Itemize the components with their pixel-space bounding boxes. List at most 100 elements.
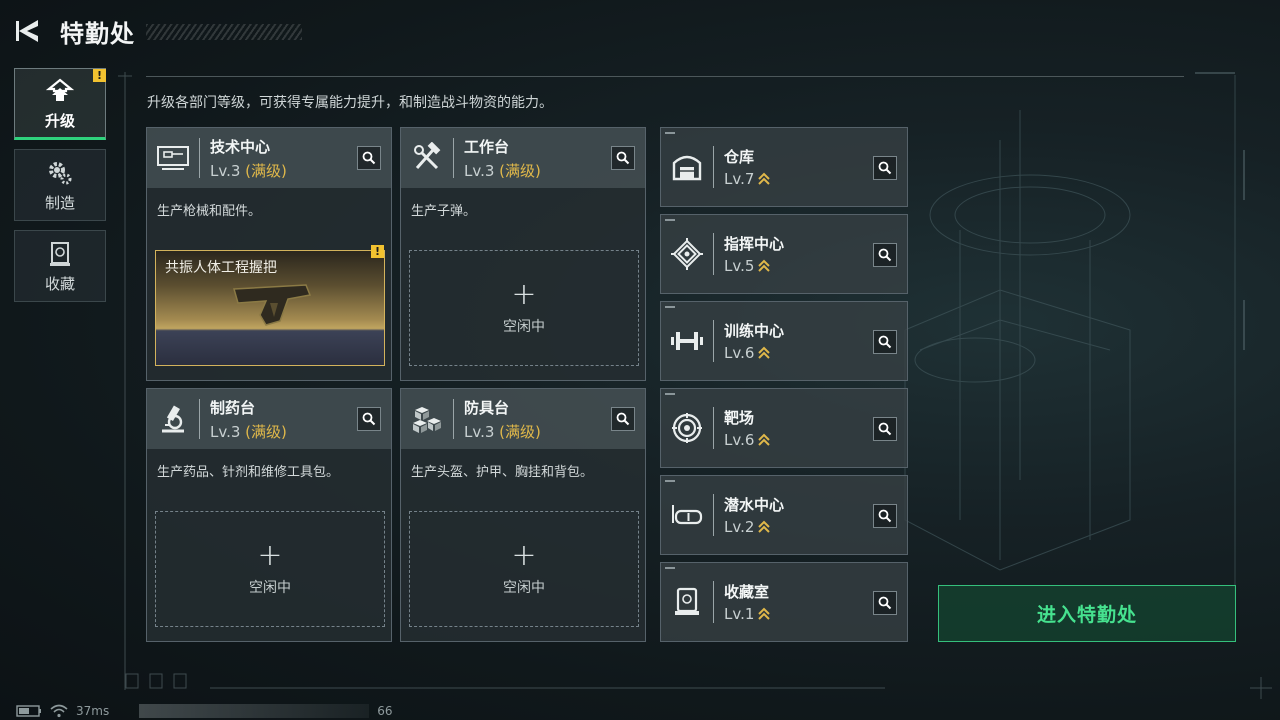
crafting-slot-item[interactable]: 共振人体工程握把 ! [155, 245, 385, 366]
max-level-tag: (满级) [245, 161, 287, 180]
search-button[interactable] [873, 504, 897, 528]
slot-status: 空闲中 [503, 580, 545, 596]
search-icon [362, 151, 376, 165]
max-level-tag: (满级) [245, 422, 287, 441]
upgrade-icon [45, 76, 75, 106]
header-bar: 特勤处 [14, 14, 135, 48]
card-header: 工作台 Lv.3 (满级) [401, 128, 645, 188]
gear-icon [45, 158, 75, 188]
slot-status: 空闲中 [249, 580, 291, 596]
grip-item-image [233, 284, 312, 326]
tab-craft[interactable]: 制造 [14, 149, 106, 221]
card-header: 防具台 Lv.3 (满级) [401, 389, 645, 449]
search-button[interactable] [873, 591, 897, 615]
facility-card-diving-center[interactable]: 潜水中心 Lv.2 [660, 475, 908, 555]
dept-card-armor-bench[interactable]: 防具台 Lv.3 (满级) 生产头盔、护甲、胸挂和背包。 + 空闲中 [400, 388, 646, 642]
empty-crafting-slot[interactable]: + 空闲中 [409, 250, 639, 366]
dept-card-pharmacy[interactable]: 制药台 Lv.3 (满级) 生产药品、针剂和维修工具包。 + 空闲中 [146, 388, 392, 642]
facility-name: 指挥中心 [724, 235, 785, 253]
facility-card-shooting-range[interactable]: 靶场 Lv.6 [660, 388, 908, 468]
tech-terminal-icon [147, 128, 199, 188]
enter-special-ops-button[interactable]: 进入特勤处 [938, 585, 1236, 642]
facility-name: 收藏室 [724, 583, 770, 601]
collection-icon [45, 239, 75, 269]
upgrade-chevron-icon [758, 259, 771, 272]
facility-level: Lv.5 [724, 257, 784, 275]
warning-badge: ! [93, 69, 106, 82]
tab-collection[interactable]: 收藏 [14, 230, 106, 302]
facility-level: Lv.2 [724, 518, 784, 536]
facility-card-collection-room[interactable]: 收藏室 Lv.1 [660, 562, 908, 642]
search-button[interactable] [611, 146, 635, 170]
search-icon [362, 412, 376, 426]
cubes-icon [401, 389, 453, 449]
dept-description: 生产头盔、护甲、胸挂和背包。 [411, 465, 594, 480]
tab-collection-label: 收藏 [44, 274, 75, 293]
divider [146, 76, 1184, 77]
dept-name: 防具台 [464, 398, 510, 417]
diving-mask-icon [661, 475, 713, 555]
dept-level: Lv.3 (满级) [464, 161, 541, 180]
search-icon [878, 161, 892, 175]
wifi-icon [50, 704, 68, 718]
warehouse-icon [661, 127, 713, 207]
facility-name: 潜水中心 [724, 496, 785, 514]
plus-icon: + [511, 277, 537, 312]
search-button[interactable] [611, 407, 635, 431]
chip-icon [661, 214, 713, 294]
facility-level: Lv.6 [724, 431, 771, 449]
facility-name: 训练中心 [724, 322, 785, 340]
facility-name: 靶场 [724, 409, 755, 427]
search-button[interactable] [357, 407, 381, 431]
search-button[interactable] [873, 330, 897, 354]
slot-status: 空闲中 [503, 319, 545, 335]
empty-crafting-slot[interactable]: + 空闲中 [155, 511, 385, 627]
plus-icon: + [511, 538, 537, 573]
max-level-tag: (满级) [499, 161, 541, 180]
back-button[interactable] [14, 15, 44, 47]
status-progress-bar [139, 704, 370, 718]
facility-card-warehouse[interactable]: 仓库 Lv.7 [660, 127, 908, 207]
plus-icon: + [257, 538, 283, 573]
dept-level: Lv.3 (满级) [210, 422, 287, 441]
search-icon [878, 596, 892, 610]
search-icon [878, 335, 892, 349]
upgrade-chevron-icon [758, 520, 771, 533]
dept-name: 技术中心 [210, 137, 271, 156]
microscope-icon [147, 389, 199, 449]
search-icon [878, 509, 892, 523]
search-icon [616, 412, 630, 426]
max-level-tag: (满级) [499, 422, 541, 441]
facility-level: Lv.1 [724, 605, 771, 623]
dept-card-workbench[interactable]: 工作台 Lv.3 (满级) 生产子弹。 + 空闲中 [400, 127, 646, 381]
facility-level: Lv.7 [724, 170, 771, 188]
display-case-icon [661, 562, 713, 642]
target-icon [661, 388, 713, 468]
dept-level: Lv.3 (满级) [210, 161, 287, 180]
search-button[interactable] [873, 417, 897, 441]
facility-card-training-center[interactable]: 训练中心 Lv.6 [660, 301, 908, 381]
search-button[interactable] [357, 146, 381, 170]
search-button[interactable] [873, 156, 897, 180]
facility-card-command-center[interactable]: 指挥中心 Lv.5 [660, 214, 908, 294]
item-name: 共振人体工程握把 [165, 260, 277, 276]
dumbbell-icon [661, 301, 713, 381]
status-bar: 37ms 66 [16, 703, 393, 719]
dept-card-tech-center[interactable]: 技术中心 Lv.3 (满级) 生产枪械和配件。 共振人体工程握把 ! [146, 127, 392, 381]
upgrade-chevron-icon [758, 607, 771, 620]
warning-badge: ! [371, 245, 384, 258]
card-header: 制药台 Lv.3 (满级) [147, 389, 391, 449]
upgrade-chevron-icon [758, 172, 771, 185]
empty-crafting-slot[interactable]: + 空闲中 [409, 511, 639, 627]
dept-description: 生产枪械和配件。 [157, 204, 262, 219]
search-icon [616, 151, 630, 165]
battery-icon [16, 705, 41, 717]
tab-upgrade[interactable]: 升级 ! [14, 68, 106, 140]
tab-craft-label: 制造 [44, 193, 75, 212]
dept-name: 制药台 [210, 398, 256, 417]
search-button[interactable] [873, 243, 897, 267]
search-icon [878, 248, 892, 262]
facility-level: Lv.6 [724, 344, 784, 362]
upgrade-chevron-icon [758, 433, 771, 446]
search-icon [878, 422, 892, 436]
